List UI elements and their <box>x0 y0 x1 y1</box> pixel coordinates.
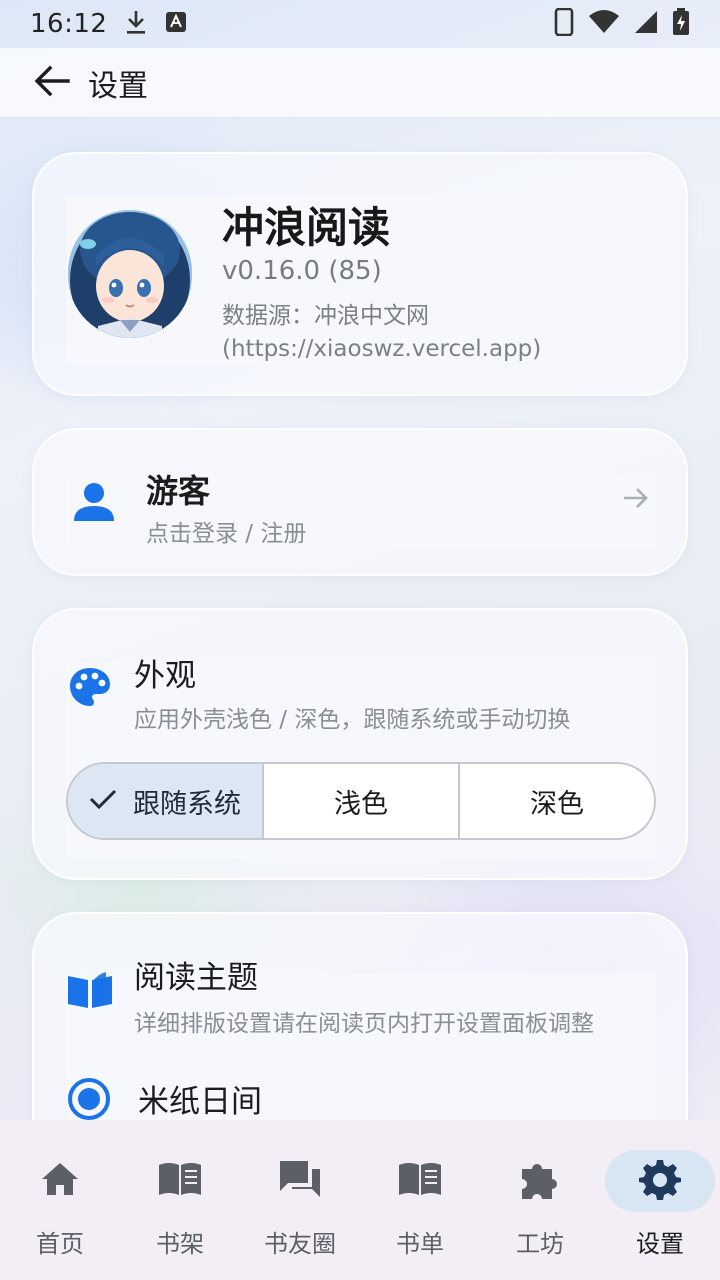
radio-selected-icon[interactable] <box>68 1077 110 1120</box>
keyboard-a-icon <box>165 11 187 37</box>
wifi-icon <box>588 10 620 38</box>
person-icon <box>72 482 116 526</box>
signal-icon <box>634 10 658 38</box>
book-icon <box>157 1161 203 1201</box>
reading-theme-title: 阅读主题 <box>134 960 258 996</box>
back-button[interactable] <box>24 55 80 111</box>
battery-charging-icon <box>672 8 690 40</box>
home-icon <box>40 1161 80 1201</box>
nav-label: 书单 <box>396 1230 444 1258</box>
page-title: 设置 <box>88 68 148 104</box>
appearance-card: 外观 应用外壳浅色 / 深色，跟随系统或手动切换 跟随系统 浅色 深色 <box>32 608 688 880</box>
app-avatar <box>68 210 192 338</box>
nav-settings[interactable]: 设置 <box>600 1120 720 1280</box>
appearance-subtitle: 应用外壳浅色 / 深色，跟随系统或手动切换 <box>134 707 571 733</box>
nav-booklist[interactable]: 书单 <box>360 1120 480 1280</box>
option-follow-system[interactable]: 跟随系统 <box>68 764 264 838</box>
puzzle-icon <box>518 1157 562 1205</box>
arrow-left-icon <box>34 65 70 101</box>
nav-community[interactable]: 书友圈 <box>240 1120 360 1280</box>
nav-workshop[interactable]: 工坊 <box>480 1120 600 1280</box>
account-card[interactable]: 游客 点击登录 / 注册 <box>32 428 688 576</box>
theme-mode-toggle: 跟随系统 浅色 深色 <box>66 762 656 840</box>
option-label: 浅色 <box>334 788 388 820</box>
app-name: 冲浪阅读 <box>222 203 391 252</box>
theme-option-rice-paper[interactable]: 米纸日间 <box>68 1076 262 1121</box>
appearance-title: 外观 <box>134 658 196 694</box>
app-version: v0.16.0 (85) <box>222 256 382 286</box>
option-label: 跟随系统 <box>133 788 241 820</box>
reading-theme-subtitle: 详细排版设置请在阅读页内打开设置面板调整 <box>134 1011 594 1037</box>
nav-label: 工坊 <box>516 1230 564 1258</box>
forum-icon <box>278 1159 322 1203</box>
status-time: 16:12 <box>30 9 108 39</box>
data-source: 数据源：冲浪中文网 (https://xiaoswz.vercel.app) <box>222 303 542 362</box>
bottom-nav: 首页 书架 书友圈 书单 工坊 设置 <box>0 1120 720 1280</box>
option-light[interactable]: 浅色 <box>264 764 460 838</box>
theme-option-label: 米纸日间 <box>138 1084 262 1120</box>
check-icon <box>89 786 117 817</box>
arrow-right-icon <box>622 486 650 514</box>
nav-label: 书架 <box>156 1230 204 1258</box>
guest-name: 游客 <box>146 472 211 510</box>
gear-icon <box>639 1158 681 1204</box>
login-register-link[interactable]: 点击登录 / 注册 <box>146 514 306 548</box>
nav-bookshelf[interactable]: 书架 <box>120 1120 240 1280</box>
profile-card: 冲浪阅读 v0.16.0 (85) 数据源：冲浪中文网 (https://xia… <box>32 152 688 396</box>
palette-icon <box>68 666 112 712</box>
nav-home[interactable]: 首页 <box>0 1120 120 1280</box>
nav-label: 首页 <box>36 1230 84 1258</box>
option-label: 深色 <box>530 788 584 820</box>
phone-icon <box>554 7 574 40</box>
nav-label: 设置 <box>636 1230 684 1258</box>
app-bar: 设置 <box>0 48 720 118</box>
download-icon <box>125 9 147 39</box>
open-book-icon <box>66 970 114 1014</box>
book-list-icon <box>397 1161 443 1201</box>
nav-label: 书友圈 <box>264 1230 336 1258</box>
status-bar: 16:12 <box>0 0 720 48</box>
option-dark[interactable]: 深色 <box>460 764 654 838</box>
